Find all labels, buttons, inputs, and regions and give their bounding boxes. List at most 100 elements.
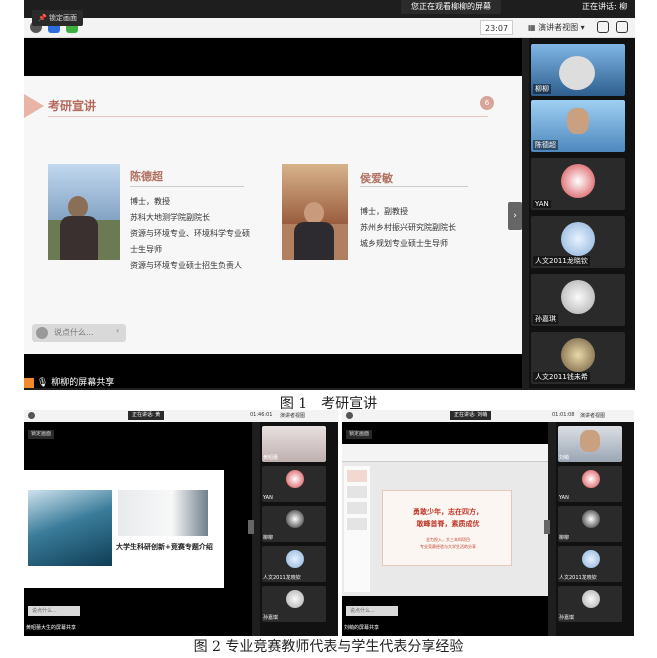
participant-tile[interactable]: 黄昭蕾 bbox=[262, 426, 326, 462]
share-icon bbox=[24, 377, 34, 388]
participant-tile[interactable]: 人文2011钱未希 bbox=[531, 332, 625, 384]
view-switch-button[interactable]: 演讲者视图 bbox=[280, 412, 305, 419]
participant-name: YAN bbox=[559, 495, 569, 501]
participant-sidebar: 刘萌 YAN 柳柳 人文2011龙晓钦 孙嘉琪 bbox=[556, 422, 634, 636]
participant-name: YAN bbox=[263, 495, 273, 501]
slide-title: 考研宣讲 bbox=[48, 99, 97, 113]
info-icon[interactable] bbox=[346, 412, 353, 419]
layout-icon[interactable] bbox=[616, 21, 628, 33]
chevron-down-icon: ▾ bbox=[578, 23, 585, 32]
figure1-screenshot: 您正在观看柳柳的屏幕 正在讲话: 柳 23:07 ▦ 演讲者视图 ▾ 📌 锁定画… bbox=[24, 0, 635, 390]
pin-icon: 📌 bbox=[38, 14, 49, 22]
figure2-left-screenshot: 正在讲话: 黄 01:46:01 演讲者视图 锁定画面 大学生科研创新+竞赛专题… bbox=[24, 410, 338, 636]
meeting-timer: 01:01:08 bbox=[552, 412, 575, 418]
participant-name: 黄昭蕾 bbox=[263, 455, 279, 461]
pin-view-button[interactable]: 📌 锁定画面 bbox=[32, 10, 83, 26]
shared-screen-area: 锁定画面 大学生科研创新+竞赛专题介绍 说点什么... 黄昭蕾大生的屏幕共享 bbox=[24, 422, 252, 636]
person1-name: 陈德超 bbox=[130, 170, 163, 183]
participant-name: 柳柳 bbox=[533, 84, 551, 94]
participant-tile[interactable]: YAN bbox=[262, 466, 326, 502]
fullscreen-icon[interactable] bbox=[597, 21, 609, 33]
participant-sidebar: 柳柳 陈德超 YAN 人文2011龙晓钦 孙嘉琪 人文2011钱未希 bbox=[529, 38, 635, 388]
title-divider bbox=[48, 116, 488, 117]
participant-tile[interactable]: YAN bbox=[531, 158, 625, 210]
speaking-indicator: 正在讲话: 黄 bbox=[128, 411, 165, 420]
meeting-timer: 23:07 bbox=[480, 20, 514, 35]
thumbnail-panel bbox=[344, 466, 370, 592]
participant-tile[interactable]: 人文2011龙晓钦 bbox=[262, 546, 326, 582]
participant-name: 人文2011钱未希 bbox=[533, 372, 590, 382]
slide: 大学生科研创新+竞赛专题介绍 bbox=[24, 470, 224, 588]
name-divider bbox=[360, 186, 468, 187]
meeting-toolbar: 正在讲话: 刘萌 01:01:08 演讲者视图 bbox=[342, 410, 634, 422]
participant-tile[interactable]: 陈德超 bbox=[531, 100, 625, 152]
screen-share-banner: 您正在观看柳柳的屏幕 bbox=[401, 0, 501, 14]
participant-tile[interactable]: 孙嘉琪 bbox=[558, 586, 622, 622]
shared-screen-area: 锁定画面 勇敢少年，志在四方， 敢峰首脊，素质成优 全力投入，大三本科项目 专业… bbox=[342, 422, 548, 636]
window-photo bbox=[118, 490, 208, 536]
chat-input[interactable]: 说点什么... bbox=[28, 606, 80, 616]
slide: 考研宣讲 6 陈德超 博士，教授 苏科大地测学院副院长 资源与环境专业、环境科学… bbox=[24, 76, 522, 354]
wave-photo bbox=[28, 490, 112, 566]
pin-label: 锁定画面 bbox=[48, 14, 77, 22]
slide-subtitle-1: 全力投入，大三本科项目 bbox=[426, 537, 470, 542]
participant-name: 孙嘉琪 bbox=[559, 615, 575, 621]
participant-name: 孙嘉琪 bbox=[533, 314, 558, 324]
info-icon[interactable] bbox=[28, 412, 35, 419]
pin-view-button[interactable]: 锁定画面 bbox=[28, 430, 55, 439]
collapse-sidebar-button[interactable]: › bbox=[508, 202, 522, 230]
participant-sidebar: 黄昭蕾 YAN 柳柳 人文2011龙晓钦 孙嘉琪 bbox=[260, 422, 338, 636]
speaking-indicator: 正在讲话: 柳 bbox=[582, 2, 628, 11]
slide-title: 大学生科研创新+竞赛专题介绍 bbox=[116, 543, 213, 551]
participant-tile[interactable]: 刘萌 bbox=[558, 426, 622, 462]
name-divider bbox=[130, 186, 244, 187]
emoji-icon[interactable] bbox=[36, 327, 48, 339]
meeting-toolbar: 23:07 ▦ 演讲者视图 ▾ bbox=[24, 18, 635, 38]
figure2-right-screenshot: 正在讲话: 刘萌 01:01:08 演讲者视图 锁定画面 勇敢少年，志在四方， … bbox=[342, 410, 634, 636]
participant-tile[interactable]: 人文2011龙晓钦 bbox=[531, 216, 625, 268]
editor-ribbon bbox=[342, 444, 548, 462]
person2-name: 侯爱敏 bbox=[360, 172, 393, 185]
slide-subtitle-2: 专业竞赛经验与大学生活的分享 bbox=[420, 544, 476, 549]
participant-name: 刘萌 bbox=[559, 455, 570, 461]
chat-input[interactable]: 说点什么... ‹ bbox=[32, 324, 126, 342]
participant-tile[interactable]: 柳柳 bbox=[558, 506, 622, 542]
portrait-photo bbox=[48, 164, 120, 260]
figure2-caption: 图 2 专业竞赛教师代表与学生代表分享经验 bbox=[193, 639, 464, 655]
portrait-photo bbox=[282, 164, 348, 260]
meeting-timer: 01:46:01 bbox=[250, 412, 273, 418]
collapse-sidebar-button[interactable] bbox=[248, 520, 254, 534]
view-label: 演讲者视图 bbox=[538, 23, 579, 32]
participant-tile[interactable]: 柳柳 bbox=[531, 44, 625, 96]
share-label: 柳柳的屏幕共享 bbox=[51, 378, 115, 388]
view-switch-button[interactable]: ▦ 演讲者视图 ▾ bbox=[524, 20, 589, 35]
speaking-indicator: 正在讲话: 刘萌 bbox=[450, 411, 492, 420]
participant-name: 人文2011龙晓钦 bbox=[533, 256, 590, 266]
collapse-sidebar-button[interactable] bbox=[544, 520, 550, 534]
title-arrow-icon bbox=[24, 94, 44, 118]
page-badge: 6 bbox=[480, 96, 494, 110]
participant-name: 孙嘉琪 bbox=[263, 615, 279, 621]
participant-name: YAN bbox=[533, 200, 551, 208]
share-label: 黄昭蕾大生的屏幕共享 bbox=[26, 625, 77, 631]
slide-heading-2: 敢峰首脊，素质成优 bbox=[416, 519, 480, 528]
participant-tile[interactable]: YAN bbox=[558, 466, 622, 502]
participant-name: 柳柳 bbox=[559, 535, 570, 541]
chat-placeholder: 说点什么... bbox=[54, 328, 94, 337]
view-switch-button[interactable]: 演讲者视图 bbox=[580, 412, 605, 419]
share-indicator: 🎙 柳柳的屏幕共享 bbox=[24, 376, 114, 390]
pin-view-button[interactable]: 锁定画面 bbox=[346, 430, 373, 439]
slide: 勇敢少年，志在四方， 敢峰首脊，素质成优 全力投入，大三本科项目 专业竞赛经验与… bbox=[382, 490, 512, 566]
person1-bio: 博士，教授 苏科大地测学院副院长 资源与环境专业、环境科学专业硕 士生导师 资源… bbox=[130, 197, 250, 270]
person2-bio: 博士，副教授 苏州乡村振兴研究院副院长 城乡规划专业硕士生导师 bbox=[360, 207, 456, 248]
chat-input[interactable]: 说点什么... bbox=[346, 606, 398, 616]
chevron-left-icon[interactable]: ‹ bbox=[116, 326, 119, 335]
participant-name: 人文2011龙晓钦 bbox=[263, 575, 301, 581]
mic-icon: 🎙 bbox=[36, 378, 49, 388]
participant-tile[interactable]: 柳柳 bbox=[262, 506, 326, 542]
participant-tile[interactable]: 人文2011龙晓钦 bbox=[558, 546, 622, 582]
share-label: 刘萌的屏幕共享 bbox=[344, 625, 380, 631]
participant-tile[interactable]: 孙嘉琪 bbox=[262, 586, 326, 622]
presentation-editor: 勇敢少年，志在四方， 敢峰首脊，素质成优 全力投入，大三本科项目 专业竞赛经验与… bbox=[342, 444, 548, 596]
participant-tile[interactable]: 孙嘉琪 bbox=[531, 274, 625, 326]
